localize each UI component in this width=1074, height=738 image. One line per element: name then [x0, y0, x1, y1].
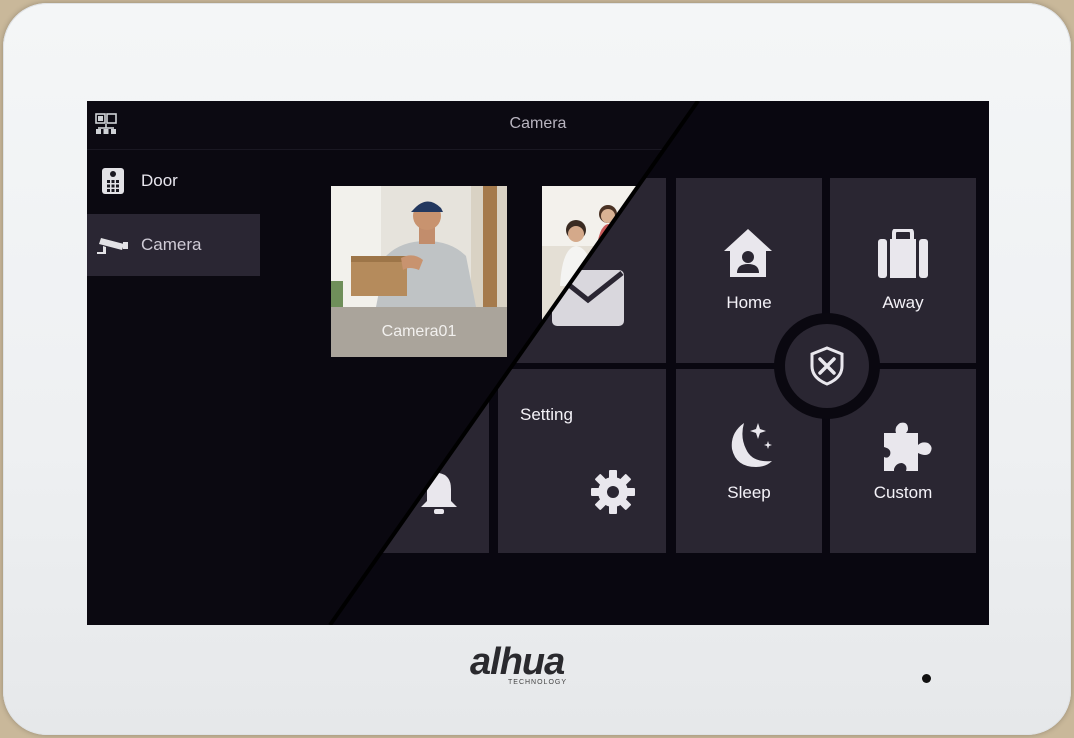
sidebar-item-door[interactable]: Door [87, 150, 260, 212]
camera-tile[interactable]: Camera01 [331, 186, 507, 357]
status-led [922, 674, 931, 683]
cctv-camera-icon [95, 230, 131, 260]
shield-disarm-icon [810, 346, 844, 386]
away-mode-label: Away [882, 293, 924, 312]
home-icon [724, 229, 772, 277]
camera-label: Camera01 [331, 307, 507, 357]
gear-icon [591, 470, 635, 514]
sidebar: Door Camera [87, 150, 260, 625]
sidebar-item-camera[interactable]: Camera [87, 214, 260, 276]
puzzle-icon [884, 422, 932, 471]
brand-wordmark: alhua [470, 641, 565, 683]
door-station-icon [95, 166, 131, 196]
setting-label: Setting [520, 405, 573, 424]
sidebar-item-label: Door [141, 171, 178, 190]
sleep-mode-label: Sleep [727, 483, 771, 502]
suitcase-icon [878, 229, 928, 278]
brand-logo: alhua TECHNOLOGY [470, 641, 610, 689]
custom-mode-label: Custom [873, 483, 933, 502]
home-mode-label: Home [726, 293, 772, 312]
touch-screen: Camera Door Camera Camera01 Home Away Se… [87, 101, 989, 625]
moon-icon [731, 423, 772, 467]
sidebar-item-label: Camera [141, 235, 202, 254]
setting-tile[interactable]: Setting [498, 369, 666, 553]
arm-status-badge[interactable] [774, 313, 880, 419]
camera-preview-image [331, 186, 507, 307]
brand-subtitle: TECHNOLOGY [508, 679, 568, 686]
